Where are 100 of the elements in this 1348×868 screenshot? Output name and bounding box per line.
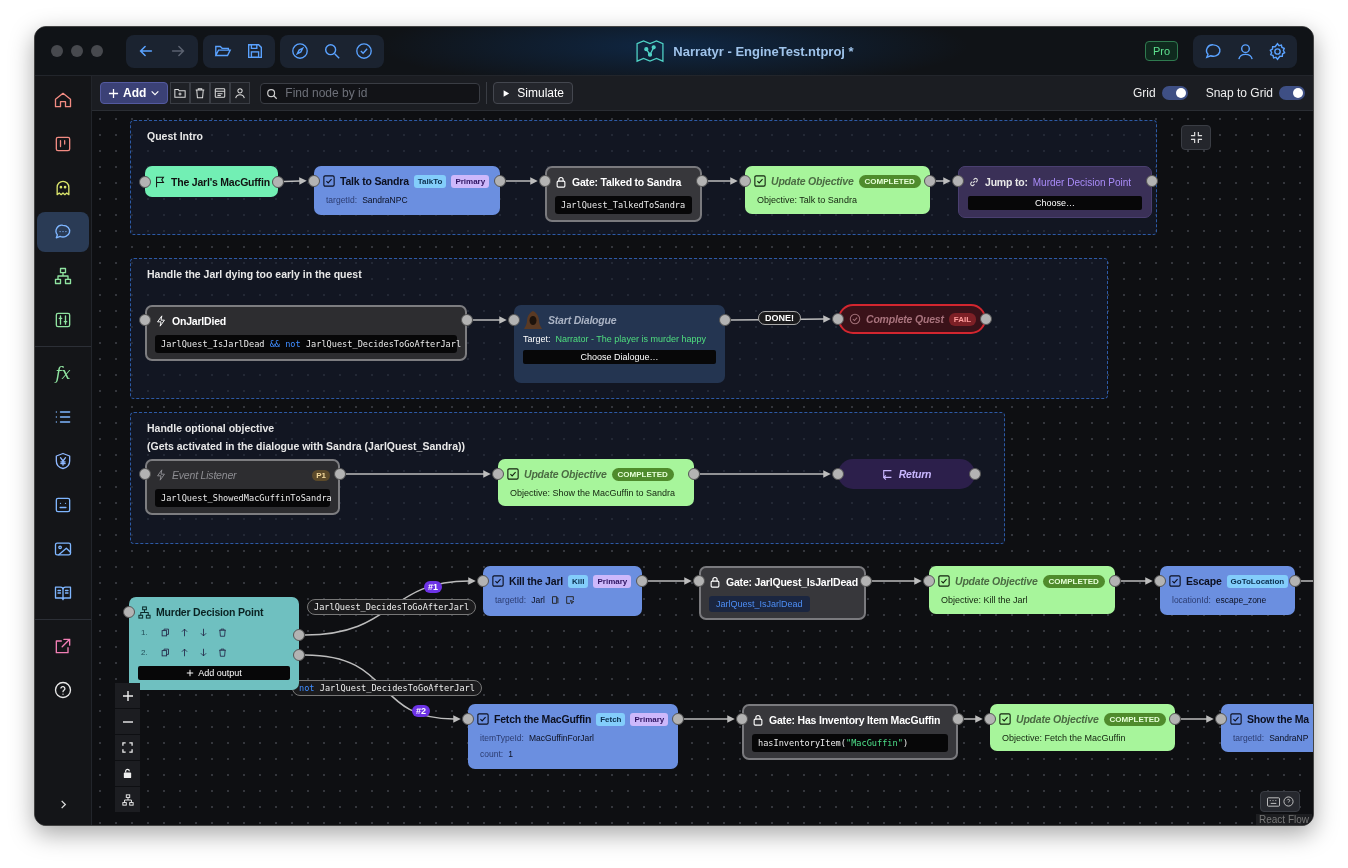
panel-button[interactable] <box>210 82 231 104</box>
connection-handle[interactable] <box>1154 575 1166 587</box>
node-title: The Jarl's MacGuffin <box>171 175 270 188</box>
arrow-up-icon[interactable] <box>180 647 189 657</box>
attribution-link[interactable]: React Flow <box>1256 814 1312 825</box>
task-node[interactable]: Show the Ma targetId: SandraNP <box>1221 704 1313 752</box>
copy-icon[interactable] <box>161 627 170 637</box>
link-icon <box>968 176 980 188</box>
window-title: Narratyr - EngineTest.ntproj * <box>673 43 854 59</box>
hierarchy-icon <box>121 793 134 806</box>
auto-layout-button[interactable] <box>115 787 140 812</box>
connection-handle[interactable] <box>923 575 935 587</box>
search-field[interactable]: Find node by id <box>260 82 481 104</box>
zoom-in-button[interactable] <box>115 683 140 708</box>
connection-handle[interactable] <box>1215 713 1227 725</box>
connection-handle[interactable] <box>477 575 489 587</box>
choose-dialogue-button[interactable]: Choose Dialogue… <box>523 350 716 364</box>
complete-node[interactable]: Complete Quest FAIL <box>838 304 986 334</box>
objective-node[interactable]: Update Objective COMPLETED Objective: Talk to Sandra <box>745 166 930 214</box>
node-title: Return <box>898 468 932 480</box>
sidebar-item[interactable] <box>37 212 89 252</box>
task-node[interactable]: Fetch the MacGuffin Fetch Primary itemTypeId: MacGuffinForJarl count: 1 <box>468 704 678 769</box>
add-output-button[interactable]: Add output <box>138 666 290 680</box>
dialogue-node[interactable]: Start Dialogue Target: Narrator - The player is murder happy Choose Dialogue… <box>514 305 725 383</box>
connection-handle[interactable] <box>739 175 751 187</box>
field-label: targetId: <box>1233 733 1265 743</box>
gate-node[interactable]: Gate: Has Inventory Item MacGuffin hasInventoryItem("MacGuffin") <box>742 704 958 760</box>
sidebar-item[interactable]: fx <box>37 353 89 393</box>
connection-handle[interactable] <box>736 713 748 725</box>
trash-icon[interactable] <box>218 627 227 637</box>
connection-handle[interactable] <box>539 175 551 187</box>
select-icon[interactable] <box>564 595 575 605</box>
connection-handle[interactable] <box>462 713 474 725</box>
edge-arrow <box>505 177 538 185</box>
trash-icon[interactable] <box>218 647 227 657</box>
code-block: hasInventoryItem("MacGuffin") <box>752 734 948 752</box>
objective-node[interactable]: Update Objective COMPLETED Objective: Fetch the MacGuffin <box>990 704 1175 751</box>
add-node-button[interactable]: Add <box>100 82 169 104</box>
keyboard-icon <box>1266 796 1280 807</box>
edge-arrow <box>1180 715 1214 723</box>
connection-handle[interactable] <box>492 468 504 480</box>
fit-view-button[interactable] <box>115 735 140 760</box>
node-title: Murder Decision Point <box>156 606 264 618</box>
simulate-button[interactable]: Simulate <box>493 82 573 104</box>
zoom-out-button[interactable] <box>115 709 140 734</box>
task-node[interactable]: Escape GoToLocation locationId: escape_zone <box>1160 566 1295 615</box>
choose-button[interactable]: Choose… <box>968 196 1142 210</box>
type-badge: TalkTo <box>413 174 447 188</box>
connection-handle[interactable] <box>984 713 996 725</box>
objective-text: Objective: Talk to Sandra <box>756 195 858 205</box>
checkbox-icon <box>754 175 766 187</box>
character-button[interactable] <box>230 82 251 104</box>
event-node[interactable]: OnJarlDied JarlQuest_IsJarlDead && not JarlQuest_DecidesToGoAfterJarl <box>145 305 467 361</box>
toggle-switch[interactable] <box>1161 86 1188 100</box>
gate-node[interactable]: Gate: JarlQuest_IsJarlDead JarlQuest_IsJarlDead <box>699 566 866 620</box>
connection-handle[interactable] <box>832 313 844 325</box>
gate-node[interactable]: Gate: Talked to Sandra JarlQuest_TalkedToSandra <box>545 166 702 222</box>
new-folder-button[interactable] <box>170 82 191 104</box>
condition-label: JarlQuest_DecidesToGoAfterJarl <box>307 599 477 615</box>
task-node[interactable]: Kill the Jarl Kill Primary targetId: Jarl <box>483 566 642 616</box>
arrow-down-icon[interactable] <box>199 627 208 637</box>
field-value: 1 <box>508 749 513 759</box>
connection-handle[interactable] <box>952 175 964 187</box>
connection-handle[interactable] <box>308 175 320 187</box>
lock-button[interactable] <box>115 761 140 786</box>
status-badge: COMPLETED <box>858 174 921 188</box>
decision-node[interactable]: Murder Decision Point 1. 2. Add output <box>129 597 299 690</box>
result-badge: FAIL <box>948 312 977 326</box>
logo-icon <box>635 39 666 63</box>
start-node[interactable]: The Jarl's MacGuffin <box>145 166 278 197</box>
task-node[interactable]: Talk to Sandra TalkTo Primary targetId: SandraNPC <box>314 166 500 215</box>
objective-text: Objective: Kill the Jarl <box>940 595 1029 605</box>
collapse-button[interactable] <box>1181 125 1211 150</box>
shortcuts-button[interactable] <box>1260 791 1300 812</box>
connection-handle[interactable] <box>123 606 135 618</box>
connection-handle[interactable] <box>832 468 844 480</box>
connection-handle[interactable] <box>693 575 705 587</box>
jump-target-link[interactable]: Murder Decision Point <box>1032 176 1132 188</box>
delete-button[interactable] <box>190 82 211 104</box>
field-value: Jarl <box>531 595 545 605</box>
folder-plus-icon <box>174 87 187 99</box>
objective-text: Objective: Fetch the MacGuffin <box>1001 733 1127 743</box>
hierarchy-icon <box>138 605 151 619</box>
jump-node[interactable]: Jump to: Murder Decision Point Choose… <box>958 166 1152 218</box>
connection-handle[interactable] <box>139 468 151 480</box>
objective-node[interactable]: Update Objective COMPLETED Objective: Kill the Jarl <box>929 566 1115 614</box>
checkbox-icon <box>323 175 335 187</box>
copy-icon[interactable] <box>161 647 170 657</box>
return-node[interactable]: Return <box>838 459 975 489</box>
arrow-up-icon[interactable] <box>180 627 189 637</box>
window-icon <box>214 87 227 99</box>
plan-badge: Pro <box>1144 41 1178 61</box>
connection-handle[interactable] <box>139 314 151 326</box>
objective-node[interactable]: Update Objective COMPLETED Objective: Show the MacGuffin to Sandra <box>498 459 694 506</box>
arrow-down-icon[interactable] <box>199 647 208 657</box>
save-icon <box>246 42 264 60</box>
connection-handle[interactable] <box>508 314 520 326</box>
toggle-switch[interactable] <box>1279 86 1305 100</box>
copy-icon[interactable] <box>549 595 560 605</box>
toggle-label: Snap to Grid <box>1205 86 1273 100</box>
